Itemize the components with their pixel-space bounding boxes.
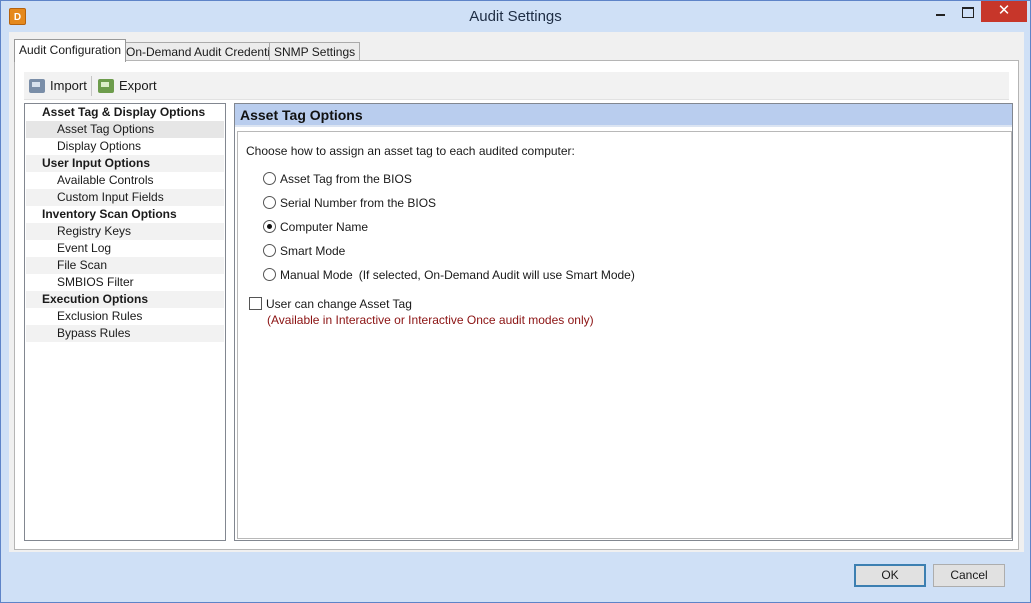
radio-smart-mode[interactable]: Smart Mode [263,243,345,259]
title-bar[interactable]: D Audit Settings ✕ [1,1,1030,32]
radio-asset-tag-from-bios[interactable]: Asset Tag from the BIOS [263,171,412,187]
radio-label: Computer Name [280,220,369,234]
ok-button[interactable]: OK [854,564,926,587]
import-button[interactable]: Import [29,75,87,97]
panel-header: Asset Tag Options [235,104,1012,127]
window-title: Audit Settings [469,8,562,25]
nav-item-custom-input-fields[interactable]: Custom Input Fields [26,189,224,206]
import-icon [29,79,45,93]
nav-item-event-log[interactable]: Event Log [26,240,224,257]
radio-label: Manual Mode [280,268,353,282]
nav-item-available-controls[interactable]: Available Controls [26,172,224,189]
export-icon [98,79,114,93]
manual-mode-note: (If selected, On-Demand Audit will use S… [358,268,635,282]
tab-on-demand-audit-credentials[interactable]: On-Demand Audit Credentials [121,42,291,61]
nav-group-inventory-scan-options[interactable]: Inventory Scan Options [26,206,224,223]
nav-item-file-scan[interactable]: File Scan [26,257,224,274]
radio-button[interactable] [263,244,276,257]
nav-item-registry-keys[interactable]: Registry Keys [26,223,224,240]
close-button[interactable]: ✕ [981,1,1027,22]
minimize-icon[interactable] [927,1,953,22]
radio-button[interactable] [263,172,276,185]
user-can-change-asset-tag-checkbox[interactable]: User can change Asset Tag [249,296,412,312]
dialog-client: Audit Configuration On-Demand Audit Cred… [9,32,1024,552]
options-nav-list: Asset Tag & Display Options Asset Tag Op… [24,103,226,541]
toolbar: Import Export [24,72,1009,100]
toolbar-separator [91,76,92,96]
nav-group-user-input-options[interactable]: User Input Options [26,155,224,172]
import-label: Import [50,78,87,93]
radio-button[interactable] [263,196,276,209]
nav-group-asset-tag-display-options[interactable]: Asset Tag & Display Options [26,104,224,121]
nav-group-execution-options[interactable]: Execution Options [26,291,224,308]
maximize-icon[interactable] [954,1,980,22]
tab-panel-audit-configuration: Import Export Asset Tag & Display Option… [14,60,1019,550]
checkbox-label: User can change Asset Tag [266,297,412,311]
radio-label: Serial Number from the BIOS [280,196,437,210]
cancel-button[interactable]: Cancel [933,564,1005,587]
panel-body: Choose how to assign an asset tag to eac… [237,131,1012,539]
checkbox[interactable] [249,297,262,310]
instruction-text: Choose how to assign an asset tag to eac… [246,144,575,158]
nav-item-smbios-filter[interactable]: SMBIOS Filter [26,274,224,291]
radio-computer-name[interactable]: Computer Name [263,219,368,235]
export-label: Export [119,78,157,93]
nav-item-display-options[interactable]: Display Options [26,138,224,155]
audit-settings-window: D Audit Settings ✕ Audit Configuration O… [0,0,1031,603]
radio-serial-number-from-bios[interactable]: Serial Number from the BIOS [263,195,436,211]
export-button[interactable]: Export [98,75,157,97]
radio-label: Asset Tag from the BIOS [280,172,412,186]
nav-item-exclusion-rules[interactable]: Exclusion Rules [26,308,224,325]
nav-item-bypass-rules[interactable]: Bypass Rules [26,325,224,342]
checkbox-availability-note: (Available in Interactive or Interactive… [267,313,594,327]
radio-manual-mode[interactable]: Manual Mode (If selected, On-Demand Audit… [263,267,635,283]
asset-tag-options-panel: Asset Tag Options Choose how to assign a… [234,103,1013,541]
nav-item-asset-tag-options[interactable]: Asset Tag Options [26,121,224,138]
close-icon: ✕ [997,2,1011,19]
radio-label: Smart Mode [280,244,346,258]
radio-button[interactable] [263,268,276,281]
tab-snmp-settings[interactable]: SNMP Settings [269,42,361,61]
tab-audit-configuration[interactable]: Audit Configuration [14,39,127,62]
radio-button-checked[interactable] [263,220,276,233]
